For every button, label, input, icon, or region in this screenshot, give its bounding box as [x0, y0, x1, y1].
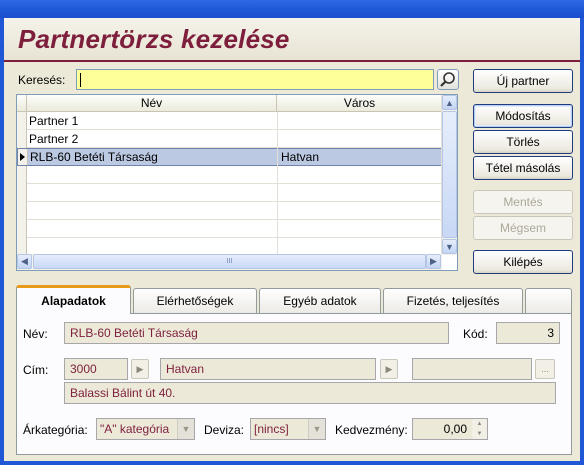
- tab-label: Alapadatok: [41, 294, 106, 308]
- scroll-up-arrow-icon[interactable]: ▲: [442, 95, 457, 110]
- vertical-scrollbar[interactable]: ▲ ▼: [441, 95, 457, 255]
- column-header-name[interactable]: Név: [27, 95, 277, 112]
- code-label: Kód:: [463, 327, 488, 341]
- table-row[interactable]: Partner 1: [17, 112, 442, 130]
- chevron-right-icon: ▶: [385, 363, 393, 374]
- ellipsis-label: ...: [541, 364, 549, 374]
- cancel-label: Mégsem: [499, 221, 546, 235]
- scroll-down-arrow-icon[interactable]: ▼: [442, 239, 457, 254]
- cell-city: [278, 112, 442, 130]
- name-label: Név:: [23, 327, 48, 341]
- partner-grid[interactable]: Név Város Partner 1 Partner 2 RLB-60 Bet…: [16, 94, 458, 271]
- window-frame-left: [0, 18, 4, 465]
- horizontal-scrollbar[interactable]: ◀ III ▶: [17, 254, 442, 270]
- tab-panel-basic-data: Név: RLB-60 Betéti Társaság Kód: 3 Cím: …: [16, 313, 572, 455]
- search-button[interactable]: [437, 69, 459, 90]
- spin-down-icon[interactable]: ▼: [472, 429, 487, 439]
- row-indicator: [17, 130, 27, 148]
- cell-city: Hatvan: [281, 150, 320, 164]
- save-label: Mentés: [503, 195, 543, 209]
- window-frame-right: [580, 18, 584, 465]
- page-title: Partnertörzs kezelése: [18, 24, 290, 54]
- cancel-button[interactable]: Mégsem: [473, 216, 573, 240]
- header-band: Partnertörzs kezelése: [4, 18, 580, 62]
- row-indicator: [17, 220, 27, 238]
- table-row[interactable]: Partner 2: [17, 130, 442, 148]
- horizontal-scroll-thumb[interactable]: III: [33, 254, 426, 269]
- current-row-arrow-icon: [20, 153, 25, 161]
- tab-other-data[interactable]: Egyéb adatok: [259, 288, 381, 313]
- address-extra-field[interactable]: [412, 358, 532, 380]
- row-indicator: [17, 184, 27, 202]
- save-button[interactable]: Mentés: [473, 190, 573, 214]
- new-partner-label: Új partner: [496, 74, 550, 88]
- grid-header: Név Város: [17, 95, 442, 112]
- text-caret: [80, 73, 81, 87]
- empty-row: [17, 202, 442, 220]
- tab-extra[interactable]: [525, 288, 572, 313]
- exit-button[interactable]: Kilépés: [473, 250, 573, 274]
- city-lookup-button[interactable]: ▶: [380, 359, 398, 379]
- search-label: Keresés:: [18, 73, 66, 87]
- modify-label: Módosítás: [495, 109, 551, 123]
- zip-lookup-button[interactable]: ▶: [131, 359, 149, 379]
- scroll-right-arrow-icon[interactable]: ▶: [426, 254, 441, 269]
- window-frame-bottom: [0, 461, 584, 465]
- zip-field[interactable]: 3000: [64, 358, 128, 380]
- ellipsis-button[interactable]: ...: [535, 359, 555, 379]
- delete-label: Törlés: [506, 135, 540, 149]
- copy-item-button[interactable]: Tétel másolás: [473, 156, 573, 180]
- discount-label: Kedvezmény:: [335, 423, 408, 437]
- chevron-down-icon[interactable]: ▼: [177, 419, 194, 439]
- cell-name: RLB-60 Betéti Társaság: [30, 150, 158, 164]
- tab-strip: Alapadatok Elérhetőségek Egyéb adatok Fi…: [16, 285, 572, 314]
- tab-label: Egyéb adatok: [283, 294, 357, 308]
- street-field[interactable]: Balassi Bálint út 40.: [64, 382, 556, 404]
- empty-row: [17, 166, 442, 184]
- chevron-down-icon[interactable]: ▼: [308, 419, 325, 439]
- vertical-scroll-thumb[interactable]: [442, 111, 457, 238]
- cell-city: [278, 130, 442, 148]
- price-category-select[interactable]: "A" kategória ▼: [96, 418, 195, 440]
- tab-contacts[interactable]: Elérhetőségek: [133, 288, 257, 313]
- row-indicator: [18, 149, 28, 165]
- row-indicator: [17, 202, 27, 220]
- tab-payment[interactable]: Fizetés, teljesítés: [383, 288, 523, 313]
- copy-item-label: Tétel másolás: [485, 161, 561, 175]
- table-row-selected[interactable]: RLB-60 Betéti Társaság Hatvan: [17, 148, 442, 166]
- currency-select[interactable]: [nincs] ▼: [250, 418, 326, 440]
- scroll-left-arrow-icon[interactable]: ◀: [17, 254, 32, 269]
- chevron-right-icon: ▶: [136, 363, 144, 374]
- price-category-value: "A" kategória: [100, 422, 170, 436]
- column-header-city[interactable]: Város: [277, 95, 442, 112]
- search-input[interactable]: [76, 69, 434, 90]
- window-titlebar[interactable]: [0, 0, 584, 18]
- modify-button[interactable]: Módosítás: [473, 104, 573, 128]
- scroll-grip: III: [226, 258, 233, 265]
- new-partner-button[interactable]: Új partner: [473, 69, 573, 93]
- name-field[interactable]: RLB-60 Betéti Társaság: [64, 322, 449, 344]
- empty-row: [17, 184, 442, 202]
- currency-value: [nincs]: [254, 422, 289, 436]
- code-field[interactable]: 3: [496, 322, 560, 344]
- tab-label: Fizetés, teljesítés: [406, 294, 500, 308]
- row-indicator-header: [17, 95, 27, 112]
- cell-name: Partner 1: [29, 114, 79, 128]
- exit-label: Kilépés: [503, 255, 543, 269]
- row-indicator: [17, 112, 27, 130]
- row-indicator: [17, 166, 27, 184]
- search-icon: [440, 72, 455, 87]
- empty-row: [17, 220, 442, 238]
- discount-value: 0,00: [443, 422, 467, 436]
- column-divider: [277, 112, 278, 256]
- delete-button[interactable]: Törlés: [473, 130, 573, 154]
- price-category-label: Árkategória:: [23, 423, 88, 437]
- address-label: Cím:: [23, 363, 49, 377]
- tab-label: Elérhetőségek: [156, 294, 234, 308]
- currency-label: Deviza:: [204, 423, 245, 437]
- city-field[interactable]: Hatvan: [160, 358, 376, 380]
- tab-basic-data[interactable]: Alapadatok: [16, 285, 131, 314]
- spin-up-icon[interactable]: ▲: [472, 419, 487, 429]
- cell-name: Partner 2: [29, 132, 79, 146]
